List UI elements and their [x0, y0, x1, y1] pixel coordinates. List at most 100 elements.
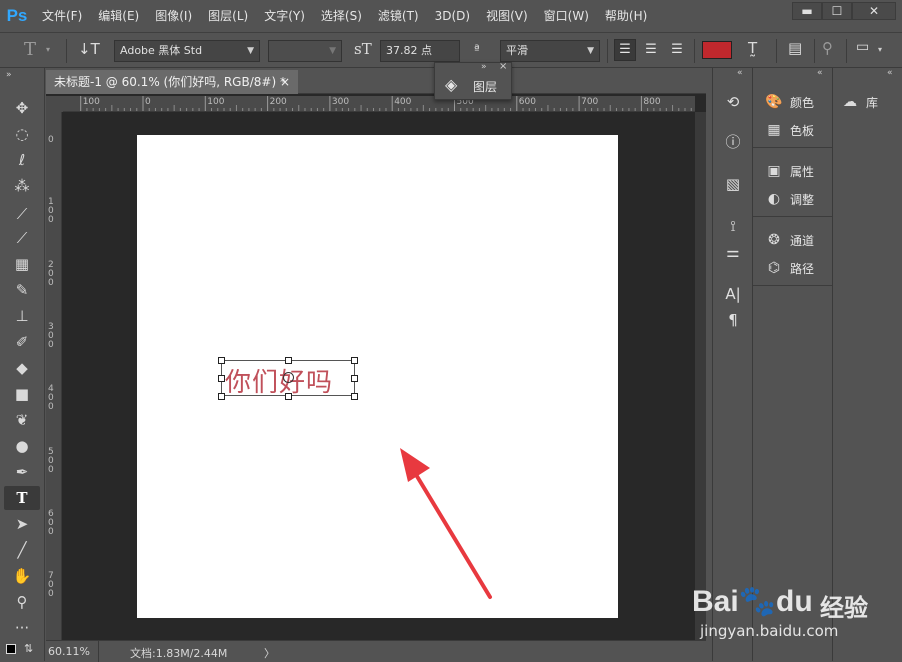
- watermark-brand-text: Bai: [692, 585, 739, 618]
- font-family-select[interactable]: Adobe 黑体 Std ▼: [114, 40, 260, 62]
- panel-libraries[interactable]: ☁ 库: [833, 88, 902, 116]
- status-menu-arrow[interactable]: 〉: [264, 645, 275, 661]
- marquee-tool-icon[interactable]: ◌: [4, 122, 40, 146]
- swap-colors-icon[interactable]: ⇅: [24, 642, 33, 655]
- font-size-select[interactable]: 37.82 点: [380, 40, 460, 62]
- minimize-button[interactable]: ▬: [792, 2, 822, 20]
- menu-3d[interactable]: 3D(D): [427, 0, 478, 32]
- panel-channels[interactable]: ❂ 通道: [753, 226, 833, 254]
- brush-settings-panel-icon[interactable]: ⚌: [721, 240, 745, 264]
- antialias-select[interactable]: 平滑 ▼: [500, 40, 600, 62]
- text-layer-content[interactable]: 你们好吗: [225, 362, 333, 399]
- panel-paths[interactable]: ⌬ 路径: [753, 254, 833, 282]
- menu-edit[interactable]: 编辑(E): [90, 0, 147, 32]
- history-panel-icon[interactable]: ⟲: [721, 90, 745, 114]
- menu-file[interactable]: 文件(F): [34, 0, 90, 32]
- menu-window[interactable]: 窗口(W): [536, 0, 597, 32]
- blur-tool-icon[interactable]: ❦: [4, 408, 40, 432]
- align-right-icon[interactable]: ☰: [666, 39, 688, 61]
- transform-handle[interactable]: [218, 375, 225, 382]
- ruler-corner[interactable]: [46, 96, 63, 112]
- divider: [753, 285, 833, 286]
- type-tool-icon[interactable]: T: [4, 486, 40, 510]
- panel-color[interactable]: 🎨 颜色: [753, 88, 833, 116]
- menu-filter[interactable]: 滤镜(T): [370, 0, 427, 32]
- menu-select[interactable]: 选择(S): [313, 0, 370, 32]
- maximize-button[interactable]: ☐: [822, 2, 852, 20]
- eraser-tool-icon[interactable]: ◆: [4, 356, 40, 380]
- zoom-level[interactable]: 60.11%: [48, 645, 90, 658]
- path-selection-tool-icon[interactable]: ➤: [4, 512, 40, 536]
- align-center-icon[interactable]: ☰: [640, 39, 662, 61]
- chevron-down-icon[interactable]: ▾: [878, 45, 882, 54]
- menu-view[interactable]: 视图(V): [478, 0, 536, 32]
- paragraph-panel-icon[interactable]: ¶: [721, 308, 745, 332]
- collapse-icon[interactable]: «: [737, 68, 743, 78]
- menu-type[interactable]: 文字(Y): [256, 0, 313, 32]
- text-color-swatch[interactable]: [702, 41, 732, 59]
- more-tools-icon[interactable]: ···: [4, 616, 40, 640]
- brush-tool-icon[interactable]: ✎: [4, 278, 40, 302]
- floating-layers-panel[interactable]: » × ◈ 图层: [434, 61, 512, 100]
- close-icon[interactable]: ×: [499, 61, 507, 72]
- transform-handle[interactable]: [351, 375, 358, 382]
- character-panel-icon[interactable]: ▤: [788, 39, 802, 57]
- align-left-icon[interactable]: ☰: [614, 39, 636, 61]
- eyedropper-tool-icon[interactable]: ⟋: [4, 226, 40, 250]
- line-tool-icon[interactable]: ╱: [4, 538, 40, 562]
- collapse-icon[interactable]: «: [817, 68, 823, 78]
- hand-tool-icon[interactable]: ✋: [4, 564, 40, 588]
- warp-text-icon[interactable]: T̰: [748, 39, 757, 57]
- font-family-value: Adobe 黑体 Std: [120, 44, 203, 57]
- healing-brush-tool-icon[interactable]: ▦: [4, 252, 40, 276]
- menu-image[interactable]: 图像(I): [147, 0, 200, 32]
- pen-tool-icon[interactable]: ✒: [4, 460, 40, 484]
- vertical-scrollbar[interactable]: [695, 112, 706, 640]
- close-tab-icon[interactable]: ×: [280, 70, 290, 94]
- magic-wand-tool-icon[interactable]: ⁂: [4, 174, 40, 198]
- menu-help[interactable]: 帮助(H): [597, 0, 655, 32]
- collapse-icon[interactable]: «: [887, 68, 893, 78]
- chevron-down-icon: ▼: [329, 46, 336, 56]
- search-icon[interactable]: ⚲: [822, 39, 833, 57]
- ruler-horizontal: 1000100200300400500600700800900: [63, 96, 695, 112]
- panel-properties[interactable]: ▣ 属性: [753, 157, 833, 185]
- collapse-icon[interactable]: »: [481, 62, 487, 72]
- dodge-tool-icon[interactable]: ●: [4, 434, 40, 458]
- transform-center-point[interactable]: [283, 372, 294, 383]
- canvas[interactable]: [137, 135, 618, 618]
- move-tool-icon[interactable]: ✥: [4, 96, 40, 120]
- annotation-arrow-shaft: [410, 466, 492, 599]
- tools-panel: » ✥ ◌ ℓ ⁂ ⟋ ⟋ ▦ ✎ ⊥ ✐ ◆ ■ ❦ ● ✒ T ➤ ╱ ✋ …: [0, 68, 45, 661]
- type-tool-preset-icon[interactable]: T: [24, 39, 36, 60]
- workspace-icon[interactable]: ▭: [856, 39, 869, 55]
- collapse-icon[interactable]: »: [6, 70, 12, 80]
- zoom-tool-icon[interactable]: ⚲: [4, 590, 40, 614]
- history-brush-tool-icon[interactable]: ✐: [4, 330, 40, 354]
- menu-layer[interactable]: 图层(L): [200, 0, 256, 32]
- transform-handle[interactable]: [218, 393, 225, 400]
- lasso-tool-icon[interactable]: ℓ: [4, 148, 40, 172]
- toggle-text-orientation-icon[interactable]: ↓T: [78, 40, 100, 58]
- crop-tool-icon[interactable]: ⟋: [4, 202, 40, 226]
- font-style-select[interactable]: ▼: [268, 40, 342, 62]
- transform-handle[interactable]: [218, 357, 225, 364]
- baidu-paw-icon: 🐾: [738, 585, 777, 618]
- panel-swatches[interactable]: ▦ 色板: [753, 116, 833, 144]
- document-tab[interactable]: 未标题-1 @ 60.1% (你们好吗, RGB/8#) * ×: [46, 70, 298, 94]
- transform-handle[interactable]: [285, 393, 292, 400]
- navigator-panel-icon[interactable]: ▧: [721, 172, 745, 196]
- character-panel-icon[interactable]: A|: [721, 282, 745, 306]
- foreground-color-swatch[interactable]: [6, 644, 16, 654]
- panel-adjustments[interactable]: ◐ 调整: [753, 185, 833, 213]
- brushes-panel-icon[interactable]: ⟟: [721, 214, 745, 238]
- chevron-down-icon[interactable]: ▾: [46, 45, 50, 54]
- transform-handle[interactable]: [351, 393, 358, 400]
- clone-stamp-tool-icon[interactable]: ⊥: [4, 304, 40, 328]
- close-window-button[interactable]: ✕: [852, 2, 896, 20]
- font-size-value: 37.82 点: [386, 44, 432, 57]
- transform-handle[interactable]: [285, 357, 292, 364]
- info-panel-icon[interactable]: ⓘ: [721, 130, 745, 154]
- gradient-tool-icon[interactable]: ■: [4, 382, 40, 406]
- transform-handle[interactable]: [351, 357, 358, 364]
